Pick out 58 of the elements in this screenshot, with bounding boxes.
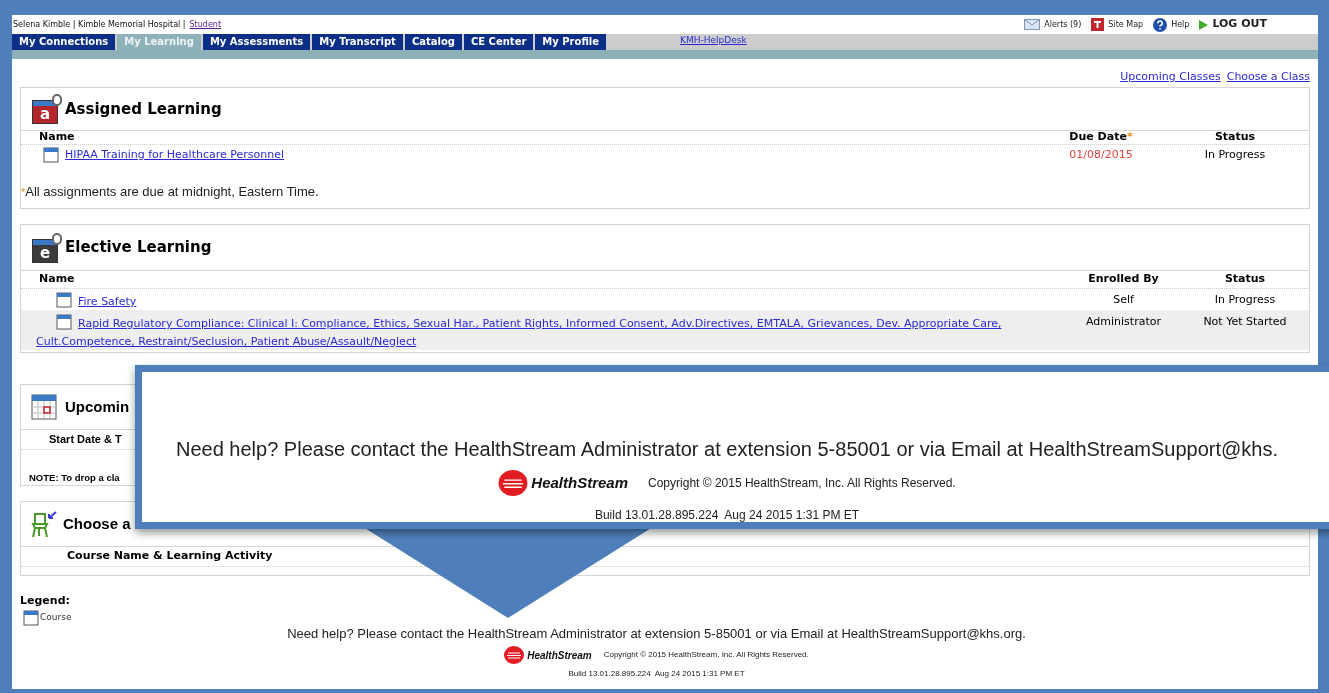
help-text: Need help? Please contact the HealthStream Administrator at extension 5-85001 or via Email at HealthStreamSupport@khs.org. bbox=[287, 624, 1026, 643]
healthstream-logo: HealthStream bbox=[498, 470, 629, 496]
course-link[interactable]: HIPAA Training for Healthcare Personnel bbox=[65, 146, 285, 164]
due-date: 01/08/2015 bbox=[1068, 146, 1134, 163]
nav-tab[interactable]: CE Center bbox=[463, 34, 534, 50]
section-title: Assigned Learning bbox=[65, 98, 222, 120]
status-text: In Progress bbox=[1203, 146, 1267, 163]
column-header: Status bbox=[1223, 271, 1267, 288]
course-icon bbox=[56, 314, 72, 330]
column-header: Enrolled By bbox=[1087, 271, 1160, 288]
help-text: Need help? Please contact the HealthStream Administrator at extension 5-85001 or via Email at HealthStreamSupport@khs. bbox=[176, 437, 1278, 462]
mail-icon bbox=[1024, 19, 1041, 30]
sitemap-icon bbox=[1091, 18, 1105, 31]
course-link[interactable]: Rapid Regulatory Compliance: Clinical I: Compliance, Ethics, Sexual Har., Patient Rights, Informed Consent, Adv.Directives, EMTALA, Grievances, Dev. Appropriate Care, Cult.Competence, Restraint/Seclusion, Patient Abuse/Assault/Neglect bbox=[36, 314, 1066, 351]
section-title: Choose a bbox=[63, 513, 131, 534]
copyright-text: Copyright © 2015 HealthStream, Inc. All Rights Reserved. bbox=[603, 649, 809, 661]
status-text: Not Yet Started bbox=[1202, 314, 1288, 330]
enrolled-by: Self bbox=[1112, 292, 1135, 308]
nav-tab[interactable]: My Transcript bbox=[312, 34, 403, 50]
quick-link[interactable]: Upcoming Classes bbox=[1120, 69, 1221, 87]
role-link[interactable]: Student bbox=[189, 18, 222, 31]
legend-label: Course bbox=[40, 610, 72, 624]
column-header: Due Date* bbox=[1068, 129, 1134, 146]
nav-tab[interactable]: Catalog bbox=[404, 34, 462, 50]
nav-tab[interactable]: My Assessments bbox=[202, 34, 311, 50]
section-title: Upcomin bbox=[65, 396, 130, 417]
course-icon bbox=[23, 609, 39, 626]
user-info: Selena Kimble | Kimble Memorial Hospital | bbox=[13, 18, 186, 31]
build-text: Build 13.01.28.895.224 Aug 24 2015 1:31 PM ET bbox=[594, 507, 860, 524]
nav-tab[interactable]: My Connections bbox=[12, 34, 116, 50]
course-link[interactable]: Fire Safety bbox=[36, 292, 1066, 311]
header-link[interactable]: Help bbox=[1153, 17, 1190, 32]
calendar-icon bbox=[31, 394, 57, 420]
quick-link[interactable]: Choose a Class bbox=[1226, 69, 1310, 87]
header-link[interactable]: Alerts (9) bbox=[1024, 18, 1082, 31]
drop-note: NOTE: To drop a cla bbox=[29, 472, 120, 483]
nav-tab[interactable]: My Profile bbox=[535, 34, 607, 50]
play-icon bbox=[1199, 19, 1209, 30]
column-header: Course Name & Learning Activity bbox=[66, 548, 273, 565]
due-note: All assignments are due at midnight, Eastern Time. bbox=[25, 183, 319, 201]
course-icon bbox=[56, 292, 72, 308]
column-header: Name bbox=[38, 129, 76, 146]
section-title: Elective Learning bbox=[65, 237, 212, 259]
build-text: Build 13.01.28.895.224 Aug 24 2015 1:31 PM ET bbox=[568, 668, 745, 680]
header-link[interactable]: Site Map bbox=[1091, 18, 1144, 31]
chair-icon bbox=[31, 510, 57, 538]
column-header: Status bbox=[1213, 129, 1257, 146]
status-text: In Progress bbox=[1213, 292, 1277, 308]
healthstream-logo: HealthStream bbox=[504, 646, 592, 664]
course-icon bbox=[43, 147, 59, 163]
helpdesk-link[interactable]: KMH-HelpDesk bbox=[680, 34, 747, 48]
logout-link[interactable]: LOG OUT bbox=[1199, 16, 1267, 33]
copyright-text: Copyright © 2015 HealthStream, Inc. All Rights Reserved. bbox=[648, 475, 956, 492]
enrolled-by: Administrator bbox=[1085, 314, 1162, 330]
column-header: Start Date & T bbox=[48, 432, 122, 448]
assigned-panel: a Assigned Learning Name Due Date* Status HIPAA Training for Healthcare Personnel 01/08/2015 In Progress *All assignments are due at midnight, Eastern Time. bbox=[20, 87, 1310, 209]
column-header: Name bbox=[38, 271, 76, 288]
legend-title: Legend: bbox=[20, 593, 71, 609]
